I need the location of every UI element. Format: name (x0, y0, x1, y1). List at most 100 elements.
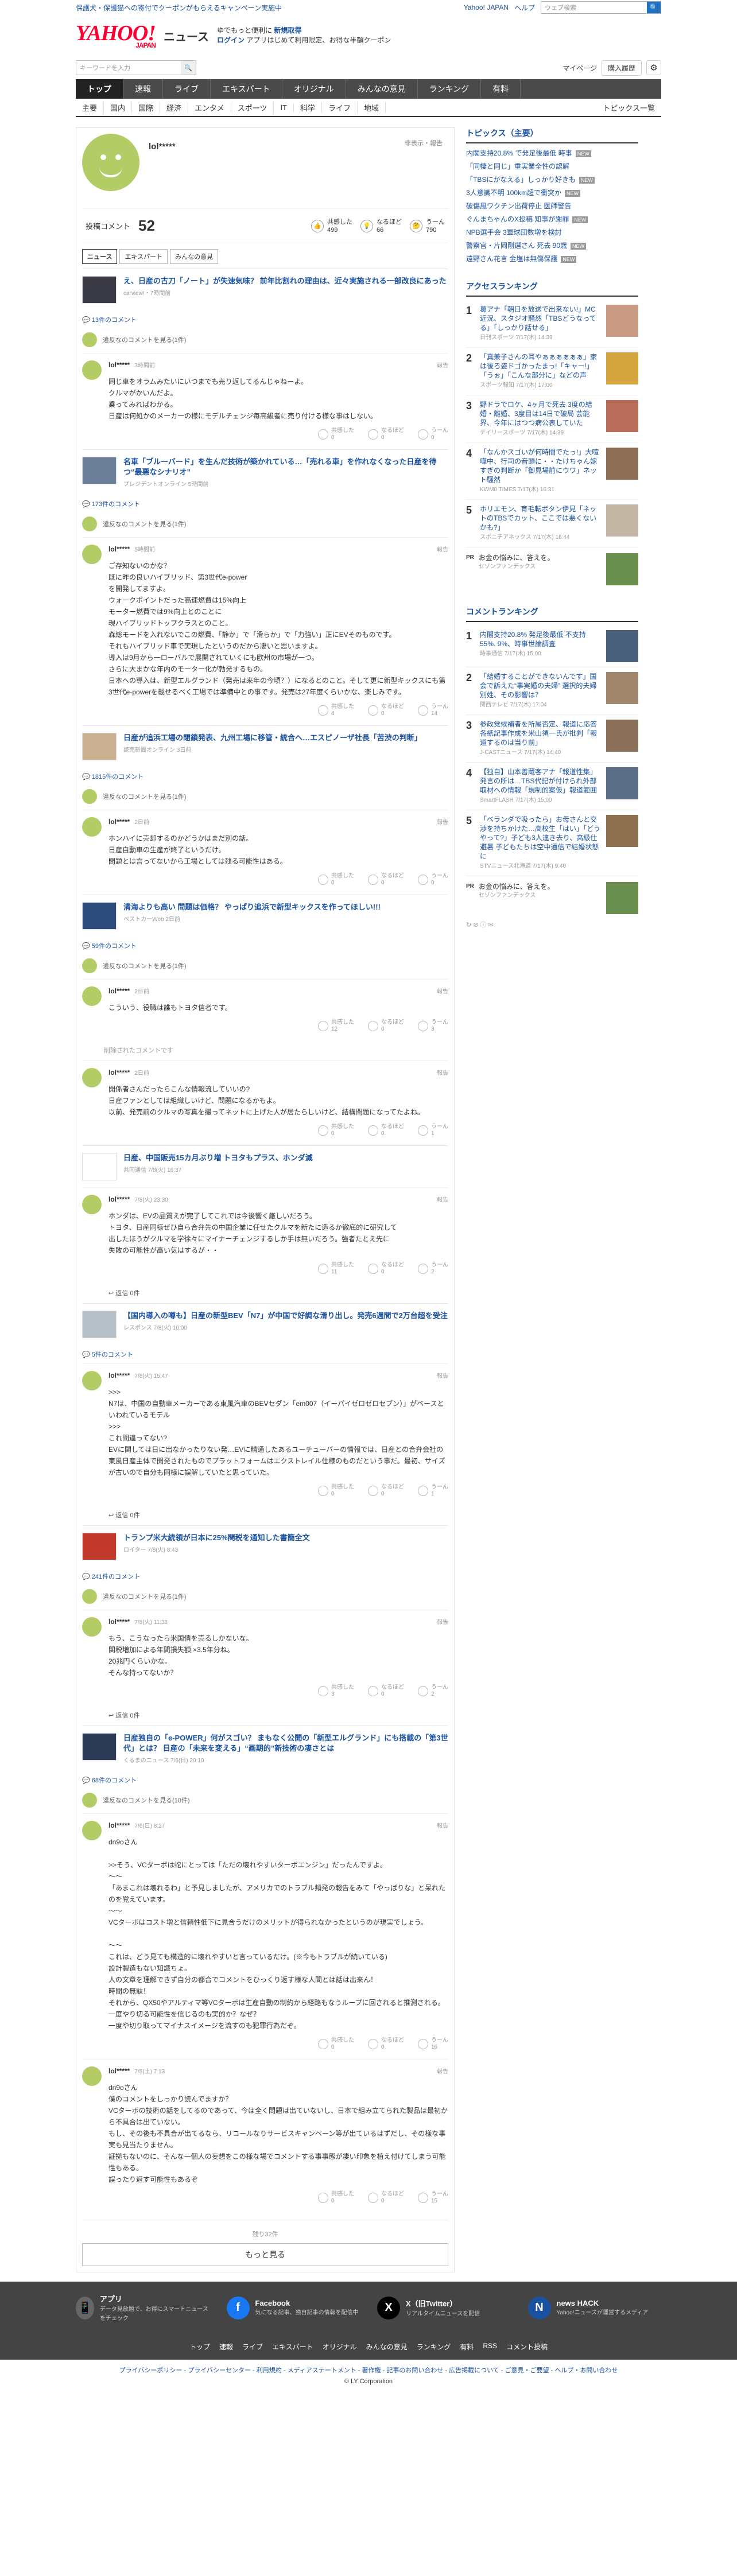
nav-item-7[interactable]: 有料 (481, 79, 521, 99)
reaction-0[interactable]: 共感した 0 (318, 1484, 354, 1498)
reaction-0[interactable]: 共感した 0 (318, 1124, 354, 1137)
topics-heading[interactable]: トピックス（主要） (466, 127, 638, 143)
article-title[interactable]: 日産、中国販売15カ月ぶり増 トヨタもプラス、ホンダ減 (123, 1153, 313, 1163)
report-link[interactable]: 報告 (437, 545, 448, 553)
report-link[interactable]: 報告 (437, 1821, 448, 1829)
ranking-item[interactable]: 2 「真兼子さんの耳やぁぁぁぁぁぁ」家は後ろ姿ドゴかったまっ!「キャー!」「うぉ」… (466, 348, 638, 395)
reaction-2[interactable]: うーん 1 (418, 1484, 448, 1498)
topic-item[interactable]: 警察官・片岡剛選さん 死去 90歳 NEW (466, 239, 638, 252)
commenter-name[interactable]: lol***** (108, 818, 130, 826)
footer-link[interactable]: トップ (189, 2342, 210, 2352)
subnav-item-6[interactable]: IT (274, 103, 294, 112)
nav-item-2[interactable]: ライブ (163, 79, 211, 99)
commenter-name[interactable]: lol***** (108, 1371, 130, 1380)
ranking-item[interactable]: 3 参政党候補者を所属否定、報道に応答各紙記事作成を米山領一氏が批判「報道するのは… (466, 715, 638, 763)
reaction-1[interactable]: なるほど 0 (368, 1484, 404, 1498)
reaction-2[interactable]: うーん 0 (418, 428, 448, 441)
news-search-input[interactable]: キーワードを入力 🔍 (76, 60, 196, 75)
mypage-link[interactable]: マイページ (563, 63, 597, 73)
ranking-item[interactable]: 2 「結婚することができないんです」国会で訴えた“事実婚の夫婦” 選択的夫婦別姓、… (466, 667, 638, 715)
replies-link[interactable]: ↩ 返信 0件 (82, 1711, 448, 1720)
article-card[interactable]: 日産独自の「e-POWER」何がスゴい？ まもなく公開の「新型エルグランド」にも… (82, 1726, 448, 1771)
report-link[interactable]: 報告 (437, 2066, 448, 2075)
topic-item[interactable]: 遠野さん花言 金塩は無傷保護 NEW (466, 252, 638, 266)
subnav-item-0[interactable]: 主要 (76, 102, 104, 113)
reaction-1[interactable]: なるほど 0 (368, 1124, 404, 1137)
report-link[interactable]: 報告 (437, 986, 448, 995)
ranking-item[interactable]: 5 「ベランダで吸ったら」お母さんと交渉を持ちかけた…高校生「はい」「どうやって?… (466, 810, 638, 876)
replies-link[interactable]: ↩ 返信 0件 (82, 1510, 448, 1520)
article-card[interactable]: 清海よりも高い 問題は価格？ やっぱり追浜で新型キックスを作ってほしい!!! ベス… (82, 895, 448, 937)
reaction-0[interactable]: 共感した 0 (318, 873, 354, 887)
comment-count-link[interactable]: 💬 13件のコメント (82, 315, 448, 324)
hidden-comments-prompt[interactable]: 違反なのコメントを見る(1件) (82, 513, 448, 537)
footer-link[interactable]: ランキング (417, 2342, 451, 2352)
subnav-item-4[interactable]: エンタメ (188, 102, 231, 113)
report-link[interactable]: 報告 (437, 817, 448, 826)
reaction-1[interactable]: なるほど 0 (368, 1684, 404, 1698)
nav-item-5[interactable]: みんなの意見 (346, 79, 418, 99)
article-title[interactable]: 【国内導入の噂も】日産の新型BEV「N7」が中国で好調な滑り出し。発売6週間で2… (123, 1311, 448, 1321)
hidden-comments-prompt[interactable]: 違反なのコメントを見る(1件) (82, 786, 448, 810)
reaction-2[interactable]: うーん 2 (418, 1262, 448, 1276)
footer-link[interactable]: エキスパート (272, 2342, 313, 2352)
replies-link[interactable]: ↩ 返信 0件 (82, 1288, 448, 1297)
reaction-2[interactable]: うーん 0 (418, 873, 448, 887)
purchase-history-button[interactable]: 購入履歴 (601, 60, 642, 76)
article-card[interactable]: 日産が追浜工場の閉鎖発表、九州工場に移管・統合へ…エスピノーザ社長「苦渋の判断」… (82, 725, 448, 767)
nav-item-3[interactable]: エキスパート (211, 79, 282, 99)
tab-0[interactable]: ニュース (82, 249, 118, 264)
reaction-0[interactable]: 共感した 3 (318, 1684, 354, 1698)
reaction-1[interactable]: なるほど 0 (368, 2037, 404, 2051)
topic-item[interactable]: 「TBSにかなえる」しっかり好きも NEW (466, 173, 638, 187)
reaction-2[interactable]: うーん 16 (418, 2037, 448, 2051)
hide-report-link[interactable]: 非表示・報告 (405, 138, 443, 147)
reaction-2[interactable]: うーん 15 (418, 2191, 448, 2205)
comment-count-link[interactable]: 💬 59件のコメント (82, 941, 448, 950)
article-title[interactable]: 清海よりも高い 問題は価格？ やっぱり追浜で新型キックスを作ってほしい!!! (123, 902, 381, 912)
subnav-item-5[interactable]: スポーツ (231, 102, 274, 113)
nav-item-6[interactable]: ランキング (418, 79, 482, 99)
reaction-2[interactable]: うーん 3 (418, 1019, 448, 1033)
article-title[interactable]: トランプ米大統領が日本に25%関税を通知した書簡全文 (123, 1533, 310, 1543)
hidden-comments-prompt[interactable]: 違反なのコメントを見る(10件) (82, 1789, 448, 1813)
subnav-item-9[interactable]: 地域 (358, 102, 386, 113)
ranking-item[interactable]: 1 葛アナ「朝日を放送で出来ない!」MC近況、スタジオ騒然「TBSどうなってる」「… (466, 300, 638, 348)
hidden-comments-prompt[interactable]: 違反なのコメントを見る(1件) (82, 1586, 448, 1610)
footer-link[interactable]: みんなの意見 (366, 2342, 408, 2352)
commenter-name[interactable]: lol***** (108, 1195, 130, 1203)
promo-line1-link[interactable]: 新規取得 (274, 26, 301, 34)
comment-count-link[interactable]: 💬 5件のコメント (82, 1350, 448, 1359)
legal-links[interactable]: プライバシーポリシー - プライバシーセンター - 利用規約 - メディアステー… (0, 2360, 737, 2377)
hidden-comments-prompt[interactable]: 違反なのコメントを見る(1件) (82, 329, 448, 353)
nav-item-4[interactable]: オリジナル (282, 79, 346, 99)
yahoo-logo[interactable]: YAHOO! JAPAN (76, 22, 156, 49)
footer-link[interactable]: 速報 (219, 2342, 233, 2352)
reaction-0[interactable]: 共感した 0 (318, 428, 354, 441)
report-link[interactable]: 報告 (437, 360, 448, 369)
footer-link[interactable]: RSS (483, 2342, 497, 2352)
tab-1[interactable]: エキスパート (119, 249, 168, 264)
reaction-0[interactable]: 共感した 4 (318, 704, 354, 717)
reaction-1[interactable]: なるほど 0 (368, 428, 404, 441)
reaction-2[interactable]: うーん 14 (418, 704, 448, 717)
load-more-button[interactable]: もっと見る (82, 2243, 448, 2266)
reaction-0[interactable]: 共感した 0 (318, 2037, 354, 2051)
article-card[interactable]: 名車「ブルーバード」を生んだ技術が築かれている…「売れる車」を作れなくなった日産… (82, 449, 448, 495)
ranking-item[interactable]: 4 「なんかスゴいが何時間でたっ!」大喧嘩中、行司の音頭に・・たけちゃん嫁すぎの判… (466, 443, 638, 500)
article-title[interactable]: 日産独自の「e-POWER」何がスゴい？ まもなく公開の「新型エルグランド」にも… (123, 1733, 448, 1754)
comment-count-link[interactable]: 💬 241件のコメント (82, 1572, 448, 1581)
article-card[interactable]: 日産、中国販売15カ月ぶり増 トヨタもプラス、ホンダ減 共同通信 7/8(火) 1… (82, 1145, 448, 1187)
subnav-item-8[interactable]: ライフ (322, 102, 358, 113)
ranking-item[interactable]: 3 野ドラでロケ、4ヶ月で死去 3度の結婚・離婚、3度目は14日で破局 芸能界、今… (466, 395, 638, 443)
subnav-item-2[interactable]: 国際 (132, 102, 161, 113)
reaction-1[interactable]: なるほど 0 (368, 873, 404, 887)
yahoo-japan-link[interactable]: Yahoo! JAPAN (464, 3, 509, 11)
reaction-0[interactable]: 共感した 11 (318, 1262, 354, 1276)
reaction-0[interactable]: 共感した 12 (318, 1019, 354, 1033)
topic-item[interactable]: 「同棲と同じ」重実業全性の認解 (466, 160, 638, 173)
report-link[interactable]: 報告 (437, 1195, 448, 1203)
topic-item[interactable]: 破傷風ワクチン出荷停止 医師警告 (466, 200, 638, 213)
reaction-1[interactable]: なるほど 0 (368, 1262, 404, 1276)
tab-2[interactable]: みんなの意見 (170, 249, 219, 264)
